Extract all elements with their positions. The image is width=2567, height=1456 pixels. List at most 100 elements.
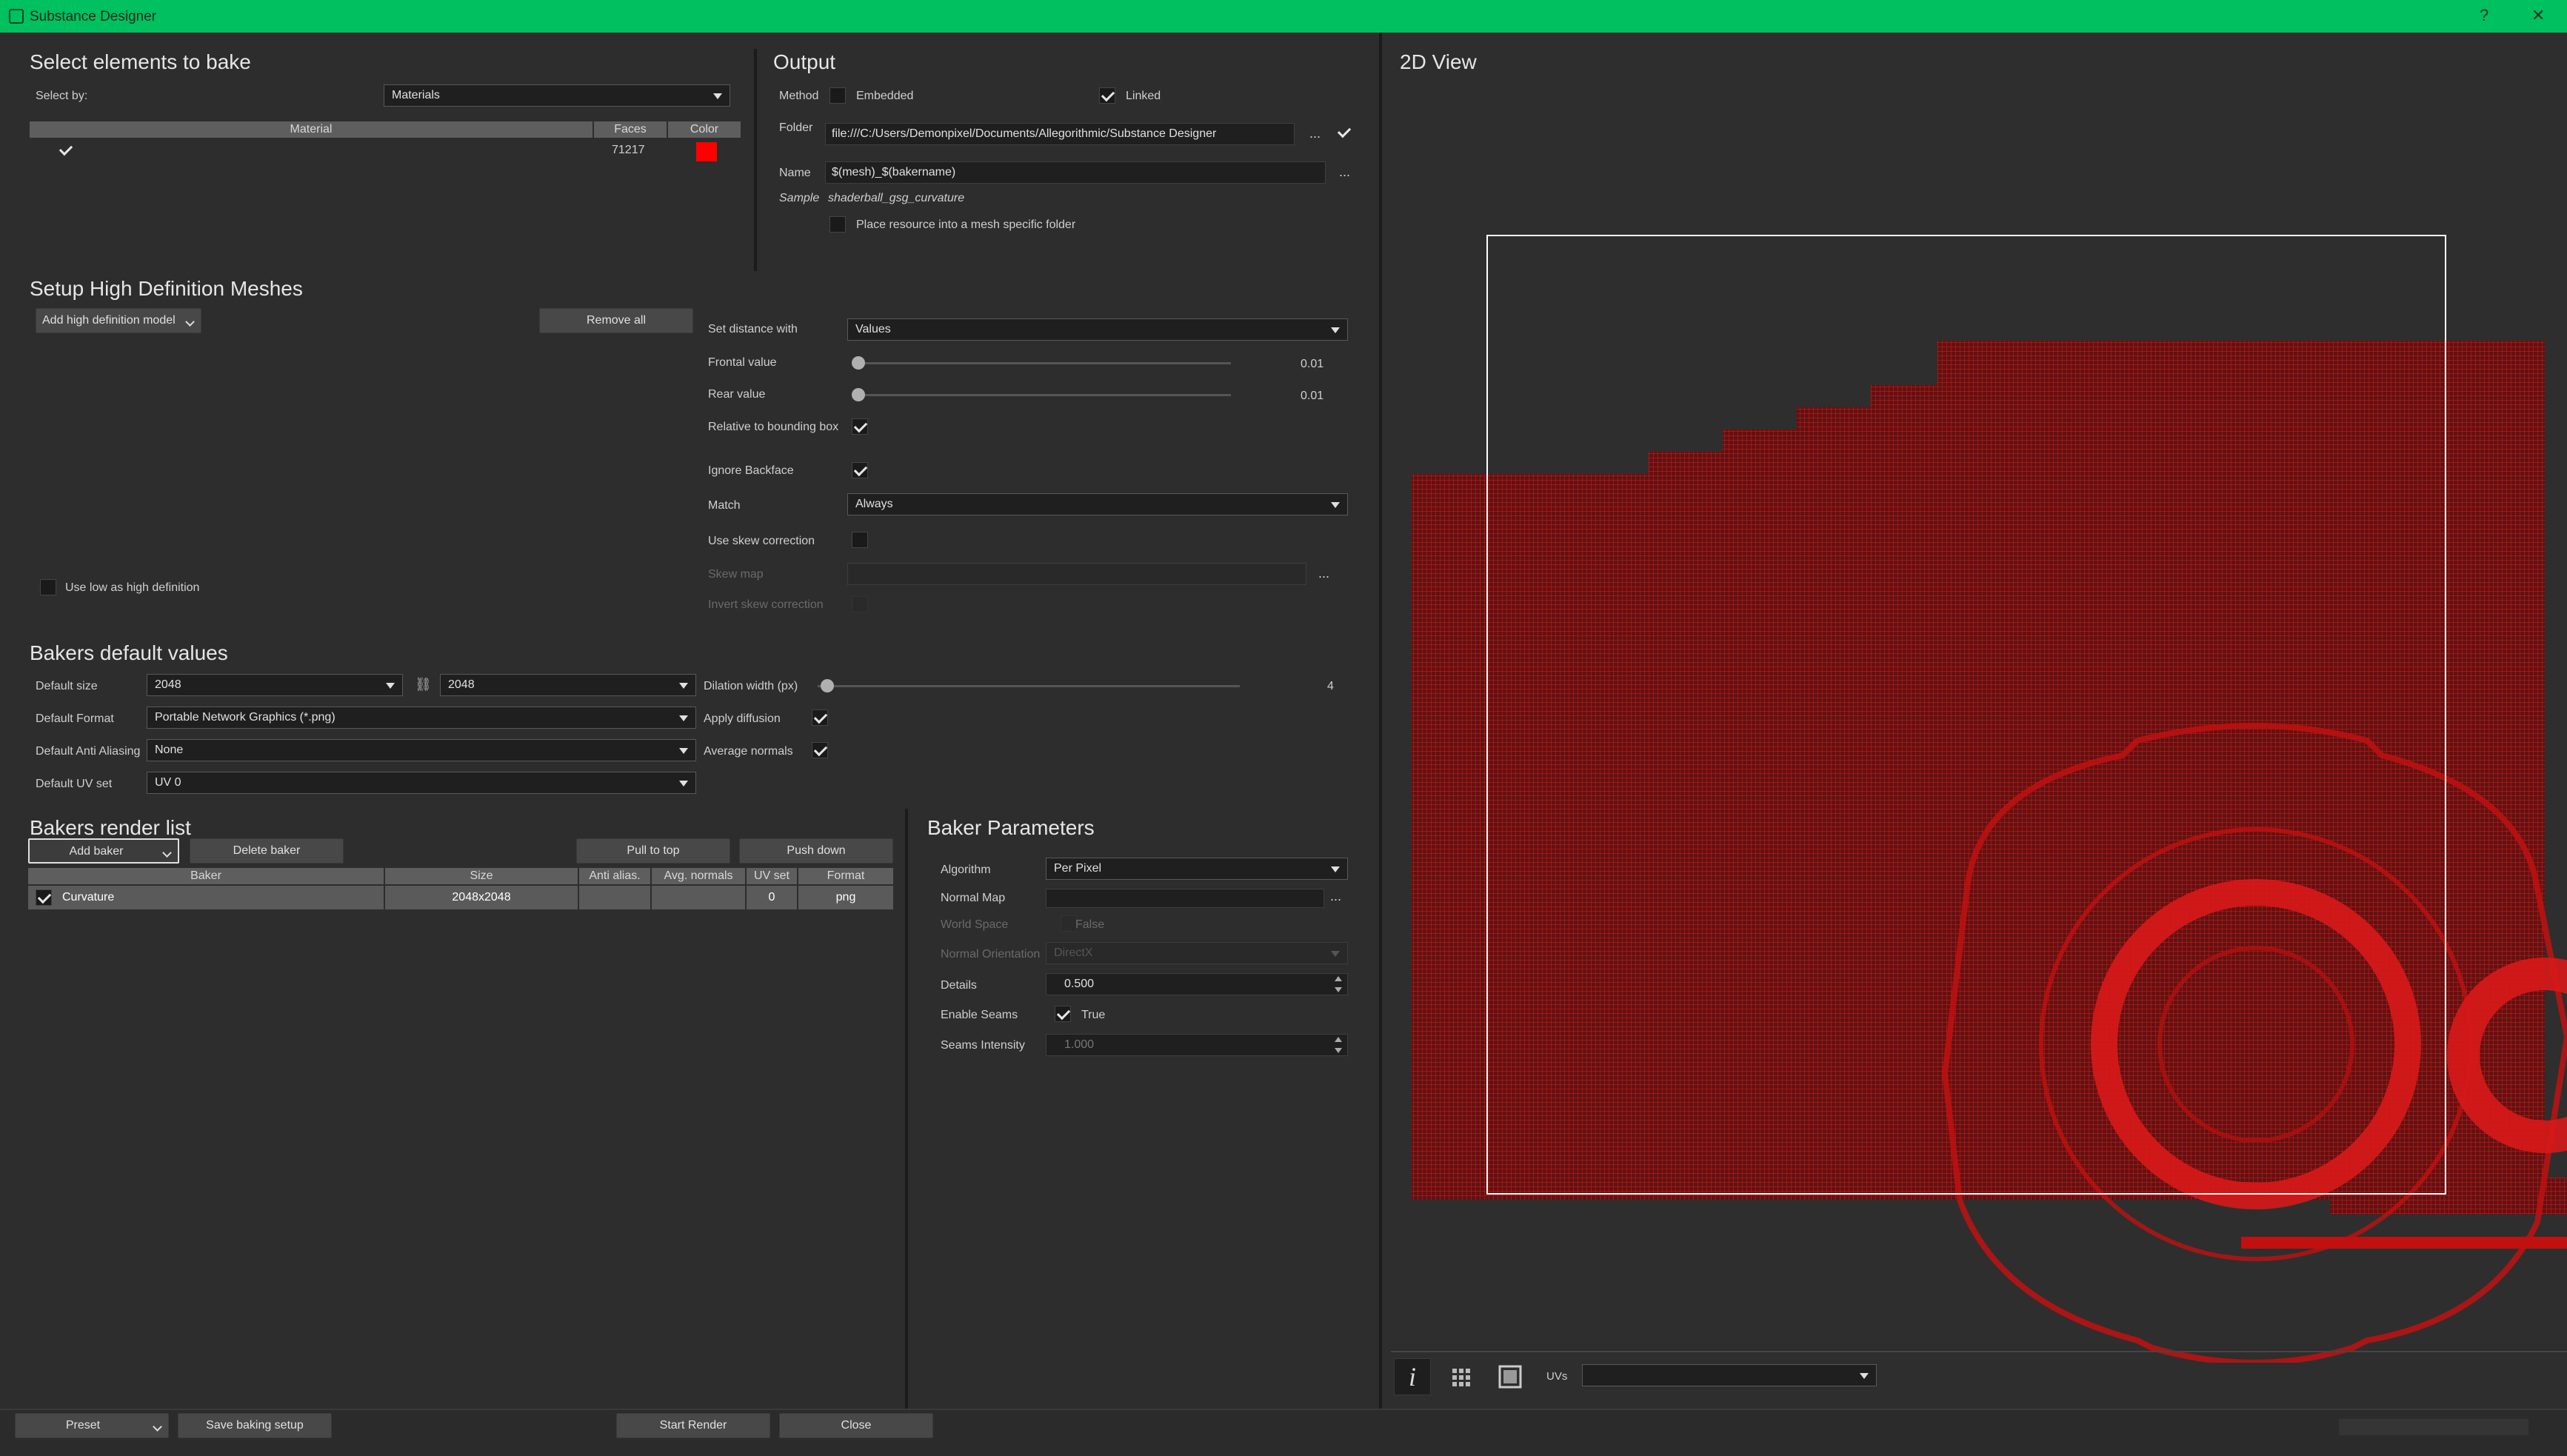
select-by-dropdown[interactable]: Materials — [384, 84, 730, 107]
relative-bbox-checkbox[interactable] — [852, 418, 868, 435]
default-size-width-dropdown[interactable]: 2048 — [147, 674, 403, 696]
baker-row-uv[interactable]: 0 — [747, 886, 798, 909]
apply-diffusion-checkbox[interactable] — [812, 709, 828, 726]
default-format-label: Default Format — [36, 712, 114, 725]
dilation-value: 4 — [1327, 680, 1334, 692]
baker-column-header[interactable]: Baker — [28, 868, 385, 884]
set-distance-dropdown[interactable]: Values — [847, 318, 1348, 341]
folder-browse-button[interactable]: ... — [1309, 126, 1321, 141]
default-uv-dropdown[interactable]: UV 0 — [147, 772, 696, 794]
hd-meshes-heading: Setup High Definition Meshes — [30, 277, 303, 300]
details-field[interactable]: 0.500 — [1046, 973, 1348, 995]
close-button[interactable]: Close — [779, 1413, 933, 1438]
default-aa-label: Default Anti Aliasing — [36, 745, 141, 758]
material-color-swatch — [696, 142, 717, 161]
ignore-backface-label: Ignore Backface — [708, 464, 794, 477]
normal-map-field[interactable] — [1046, 889, 1324, 908]
baker-row-aa[interactable] — [579, 886, 652, 909]
baker-row-format[interactable]: png — [798, 886, 893, 909]
enable-seams-checkbox[interactable] — [1055, 1006, 1071, 1022]
folder-confirm-icon[interactable] — [1336, 124, 1352, 141]
default-format-dropdown[interactable]: Portable Network Graphics (*.png) — [147, 707, 696, 729]
rear-slider-handle[interactable] — [852, 388, 865, 401]
enable-seams-label: Enable Seams — [941, 1009, 1018, 1021]
defaults-heading: Bakers default values — [30, 641, 228, 664]
add-baker-button[interactable]: Add baker — [28, 838, 179, 864]
material-column-header[interactable]: Material — [30, 121, 594, 138]
algorithm-dropdown[interactable]: Per Pixel — [1046, 858, 1348, 880]
place-resource-checkbox[interactable] — [829, 216, 846, 233]
place-resource-label: Place resource into a mesh specific fold… — [856, 218, 1076, 231]
baker-row-checkbox[interactable] — [36, 889, 52, 906]
embedded-checkbox[interactable] — [829, 87, 846, 104]
grid-view-icon[interactable] — [1443, 1358, 1480, 1395]
normal-map-browse-button[interactable]: ... — [1330, 889, 1341, 904]
details-spinner-icon[interactable] — [1333, 975, 1343, 994]
add-hd-model-button[interactable]: Add high definition model — [36, 308, 201, 333]
link-size-icon[interactable]: ⛓ — [415, 677, 432, 692]
faces-column-header[interactable]: Faces — [594, 121, 668, 138]
anti-alias-column-header[interactable]: Anti alias. — [579, 868, 652, 884]
name-label: Name — [779, 167, 811, 179]
seams-intensity-spinner-icon[interactable] — [1333, 1035, 1343, 1055]
name-browse-button[interactable]: ... — [1339, 164, 1350, 180]
uv-mesh-shapes — [1412, 341, 2567, 1363]
avg-normals-column-header[interactable]: Avg. normals — [652, 868, 747, 884]
world-space-checkbox — [1061, 915, 1077, 932]
folder-label: Folder — [779, 121, 813, 134]
save-baking-setup-button[interactable]: Save baking setup — [178, 1413, 332, 1438]
fit-view-icon[interactable] — [1492, 1358, 1529, 1395]
vertical-divider — [754, 49, 757, 271]
progress-bar — [2339, 1419, 2528, 1435]
bottom-bar-divider — [0, 1409, 2567, 1410]
color-column-header[interactable]: Color — [668, 121, 742, 138]
average-normals-checkbox[interactable] — [812, 742, 828, 758]
baker-row-avg-normals[interactable] — [652, 886, 747, 909]
skew-map-field — [847, 563, 1306, 585]
enable-seams-value: True — [1081, 1009, 1106, 1021]
preset-button[interactable]: Preset — [15, 1413, 169, 1438]
default-aa-dropdown[interactable]: None — [147, 739, 696, 761]
average-normals-label: Average normals — [704, 745, 793, 758]
linked-checkbox[interactable] — [1099, 87, 1115, 104]
seams-intensity-field[interactable]: 1.000 — [1046, 1034, 1348, 1056]
pull-to-top-button[interactable]: Pull to top — [576, 838, 730, 864]
uv-canvas[interactable] — [1382, 222, 2567, 1363]
info-icon[interactable]: i — [1394, 1358, 1431, 1395]
frontal-slider-handle[interactable] — [852, 356, 865, 370]
uvs-dropdown[interactable] — [1582, 1364, 1877, 1386]
embedded-label: Embedded — [856, 90, 914, 102]
uv-set-column-header[interactable]: UV set — [747, 868, 798, 884]
skew-map-browse-button: ... — [1318, 566, 1330, 581]
push-down-button[interactable]: Push down — [739, 838, 893, 864]
delete-baker-button[interactable]: Delete baker — [190, 838, 344, 864]
skew-correction-checkbox[interactable] — [852, 532, 868, 548]
rear-value-label: Rear value — [708, 388, 766, 401]
default-uv-label: Default UV set — [36, 778, 113, 790]
size-column-header[interactable]: Size — [385, 868, 579, 884]
remove-all-button[interactable]: Remove all — [539, 308, 693, 333]
relative-bbox-label: Relative to bounding box — [708, 421, 839, 433]
dilation-slider-track[interactable] — [818, 685, 1240, 687]
default-size-height-dropdown[interactable]: 2048 — [440, 674, 696, 696]
name-pattern-field[interactable]: $(mesh)_$(bakername) — [825, 161, 1326, 184]
baker-row-size[interactable]: 2048x2048 — [385, 886, 579, 909]
dilation-slider-handle[interactable] — [821, 679, 834, 692]
close-window-button[interactable]: ✕ — [2531, 6, 2545, 25]
set-distance-label: Set distance with — [708, 323, 798, 335]
frontal-slider-track[interactable] — [853, 362, 1231, 364]
material-row-checkbox[interactable] — [58, 142, 74, 158]
use-low-as-high-checkbox[interactable] — [40, 579, 56, 595]
algorithm-label: Algorithm — [941, 864, 991, 876]
rear-slider-track[interactable] — [853, 394, 1231, 396]
ignore-backface-checkbox[interactable] — [852, 462, 868, 478]
start-render-button[interactable]: Start Render — [616, 1413, 770, 1438]
world-space-label: World Space — [941, 918, 1009, 931]
baker-row-name[interactable]: Curvature — [28, 886, 385, 909]
match-dropdown[interactable]: Always — [847, 493, 1348, 515]
rear-value: 0.01 — [1301, 390, 1324, 402]
world-space-value: False — [1075, 918, 1105, 931]
format-column-header[interactable]: Format — [798, 868, 893, 884]
folder-path-field[interactable]: file:///C:/Users/Demonpixel/Documents/Al… — [825, 123, 1295, 145]
help-button[interactable]: ? — [2480, 6, 2488, 25]
